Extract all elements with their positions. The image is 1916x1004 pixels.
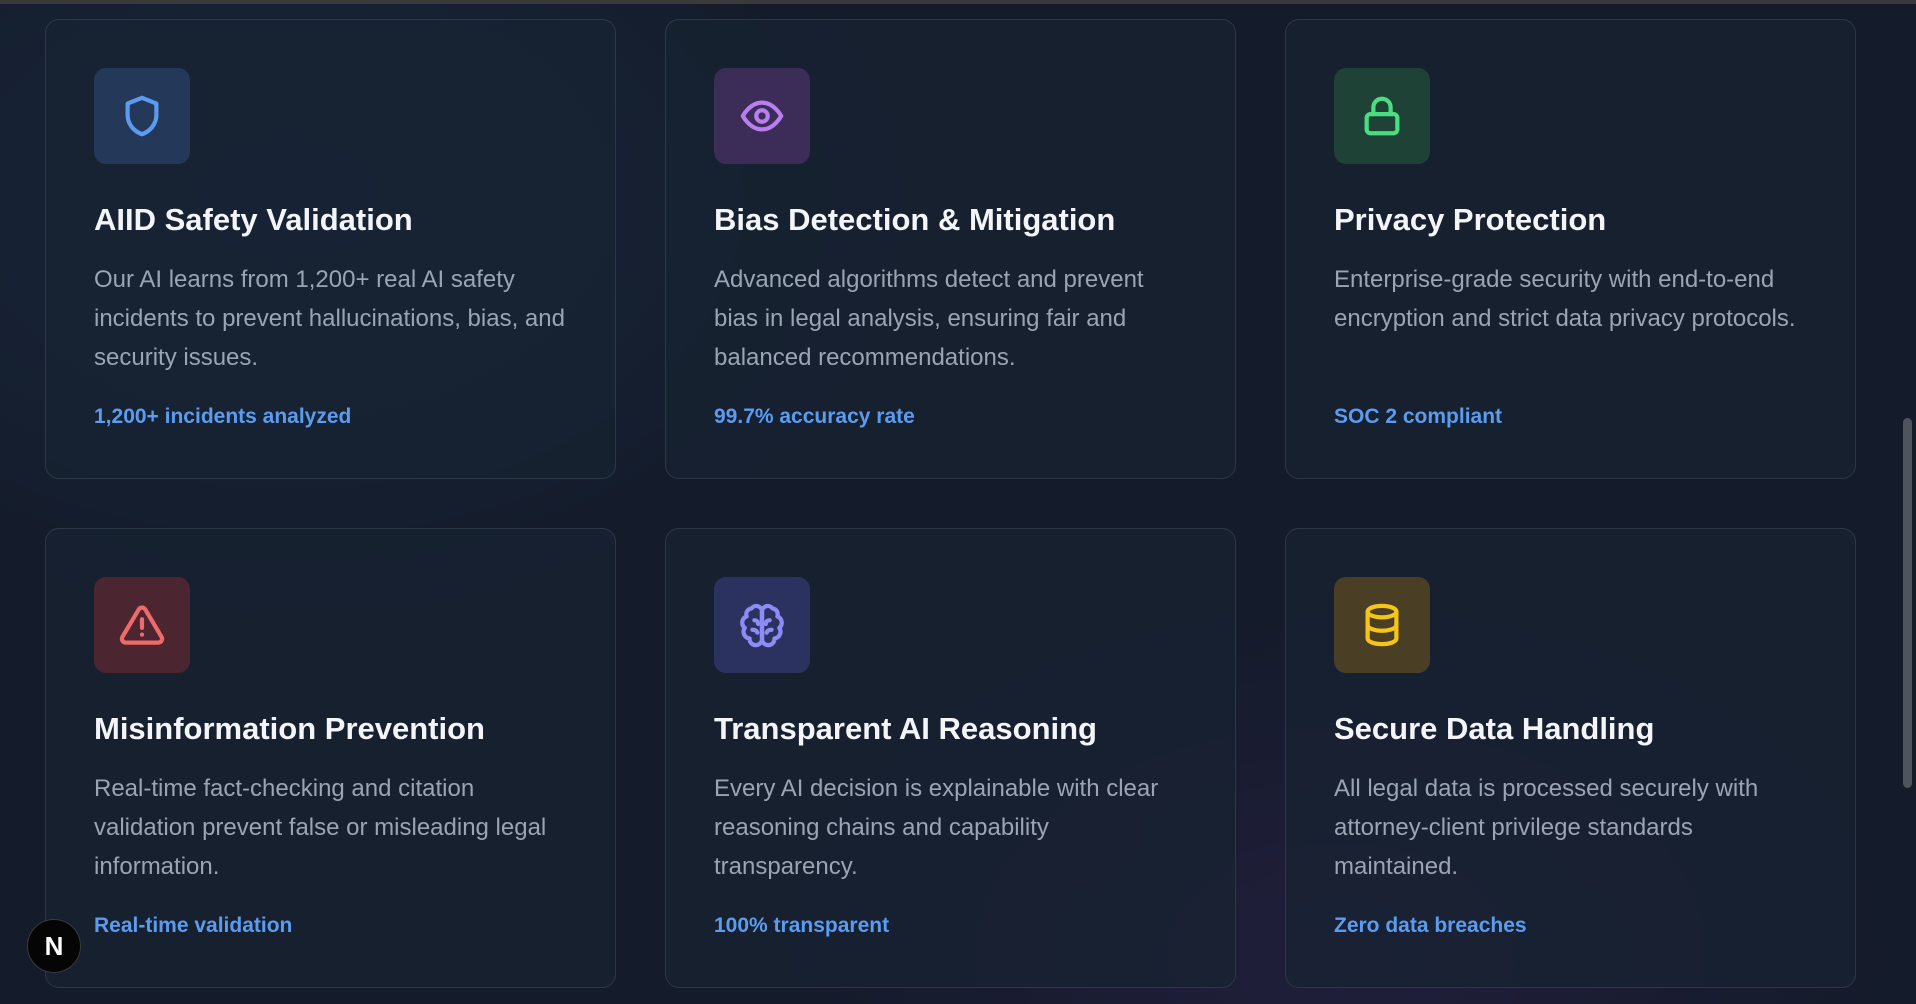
feature-card-secure-data: Secure Data Handling All legal data is p… [1285,528,1856,988]
card-stat: SOC 2 compliant [1334,405,1503,428]
card-title: Transparent AI Reasoning [714,711,1097,746]
card-stat: 1,200+ incidents analyzed [94,405,352,428]
feature-card-bias-detection: Bias Detection & Mitigation Advanced alg… [665,19,1236,479]
features-grid: AIID Safety Validation Our AI learns fro… [0,0,1916,1004]
nextjs-logo-icon: N [44,930,64,961]
lock-icon [1334,68,1430,164]
warning-triangle-icon [94,577,190,673]
card-stat: Real-time validation [94,914,293,937]
page-scrollbar-thumb[interactable] [1903,418,1912,788]
brain-icon [714,577,810,673]
shield-icon [94,68,190,164]
card-stat: Zero data breaches [1334,914,1527,937]
card-title: Misinformation Prevention [94,711,485,746]
card-description: Our AI learns from 1,200+ real AI safety… [94,266,565,371]
card-title: Privacy Protection [1334,202,1607,237]
database-icon [1334,577,1430,673]
card-title: Bias Detection & Mitigation [714,202,1116,237]
feature-card-misinformation-prevention: Misinformation Prevention Real-time fact… [45,528,616,988]
feature-card-safety-validation: AIID Safety Validation Our AI learns fro… [45,19,616,479]
card-title: Secure Data Handling [1334,711,1655,746]
card-description: All legal data is processed securely wit… [1334,775,1759,880]
card-description: Real-time fact-checking and citation val… [94,775,547,880]
feature-card-transparent-reasoning: Transparent AI Reasoning Every AI decisi… [665,528,1236,988]
card-description: Every AI decision is explainable with cl… [714,775,1159,880]
card-stat: 99.7% accuracy rate [714,405,915,428]
feature-card-privacy-protection: Privacy Protection Enterprise-grade secu… [1285,19,1856,479]
card-description: Advanced algorithms detect and prevent b… [714,266,1144,371]
eye-icon [714,68,810,164]
card-description: Enterprise-grade security with end-to-en… [1334,266,1796,332]
card-title: AIID Safety Validation [94,202,413,237]
nextjs-dev-badge[interactable]: N [27,919,81,973]
card-stat: 100% transparent [714,914,890,937]
